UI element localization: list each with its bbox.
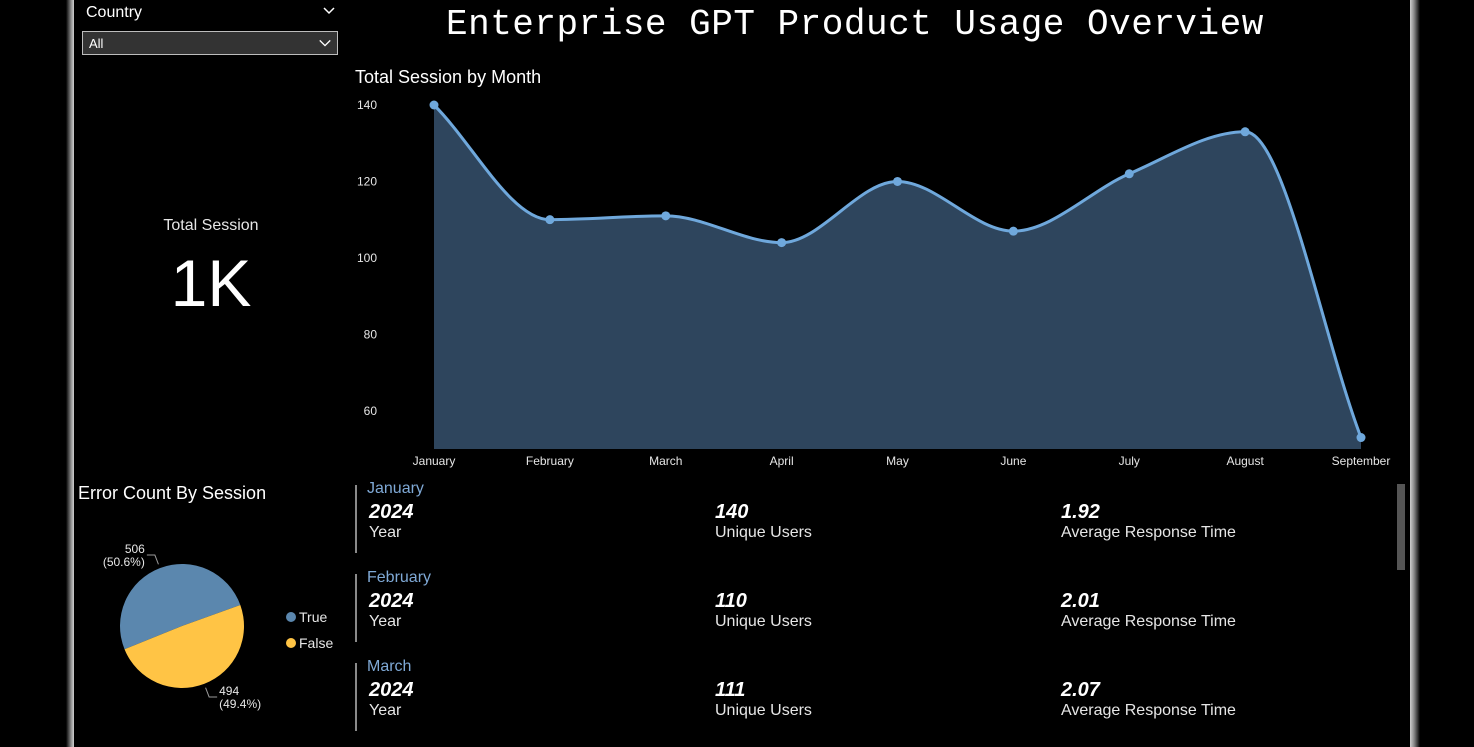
country-dropdown-value: All bbox=[89, 36, 104, 51]
x-tick-label: August bbox=[1226, 454, 1264, 468]
line-chart-title: Total Session by Month bbox=[355, 67, 542, 87]
data-point-april[interactable] bbox=[777, 238, 787, 248]
cards-scrollbar-thumb[interactable] bbox=[1397, 484, 1405, 570]
data-point-february[interactable] bbox=[545, 215, 555, 225]
x-tick-label: May bbox=[886, 454, 909, 468]
year-value: 2024 bbox=[369, 590, 414, 612]
response-metric: 1.92 Average Response Time bbox=[1061, 501, 1236, 543]
year-label: Year bbox=[369, 613, 402, 630]
data-point-september[interactable] bbox=[1356, 433, 1366, 443]
area-fill bbox=[434, 105, 1361, 449]
data-point-january[interactable] bbox=[429, 100, 439, 110]
error-pie-chart[interactable]: 506(50.6%) 494(49.4%) bbox=[78, 540, 278, 715]
pie-data-label: 494 bbox=[219, 684, 239, 698]
x-tick-label: February bbox=[526, 454, 574, 468]
pie-chart-title: Error Count By Session bbox=[78, 483, 267, 503]
y-tick-label: 100 bbox=[357, 251, 377, 265]
x-tick-label: July bbox=[1119, 454, 1140, 468]
response-value: 2.01 bbox=[1061, 590, 1100, 612]
chevron-down-icon bbox=[319, 39, 331, 47]
y-tick-label: 80 bbox=[364, 327, 378, 341]
year-metric: 2024 Year bbox=[369, 501, 414, 543]
response-label: Average Response Time bbox=[1061, 702, 1236, 719]
sessions-area-chart[interactable]: January February March April May June July Augu… bbox=[340, 90, 1400, 475]
legend-true-swatch bbox=[286, 612, 296, 622]
users-metric: 111 Unique Users bbox=[715, 679, 812, 721]
data-point-march[interactable] bbox=[661, 211, 671, 221]
data-point-august[interactable] bbox=[1240, 127, 1250, 137]
users-label: Unique Users bbox=[715, 613, 812, 630]
legend-item-false[interactable]: False bbox=[286, 630, 333, 656]
pie-data-label: 506 bbox=[125, 542, 145, 556]
x-tick-label: September bbox=[1332, 454, 1391, 468]
pie-leader-line bbox=[205, 687, 218, 698]
right-border bbox=[1410, 0, 1420, 747]
users-metric: 140 Unique Users bbox=[715, 501, 812, 543]
response-label: Average Response Time bbox=[1061, 524, 1236, 541]
card-month: January bbox=[367, 480, 424, 497]
users-value: 111 bbox=[715, 679, 746, 701]
x-tick-label: January bbox=[413, 454, 456, 468]
pie-leader-line bbox=[146, 554, 159, 565]
year-value: 2024 bbox=[369, 501, 414, 523]
data-point-june[interactable] bbox=[1008, 226, 1018, 236]
legend-false-swatch bbox=[286, 638, 296, 648]
users-label: Unique Users bbox=[715, 702, 812, 719]
year-metric: 2024 Year bbox=[369, 679, 414, 721]
chevron-down-icon[interactable] bbox=[321, 3, 337, 19]
country-slicer-title: Country bbox=[86, 4, 143, 21]
users-value: 140 bbox=[715, 501, 749, 523]
users-value: 110 bbox=[715, 590, 747, 612]
year-metric: 2024 Year bbox=[369, 590, 414, 632]
users-label: Unique Users bbox=[715, 524, 812, 541]
pie-percent-label: (49.4%) bbox=[219, 697, 261, 711]
kpi-label: Total Session bbox=[163, 217, 259, 234]
pie-percent-label: (50.6%) bbox=[103, 555, 145, 569]
response-metric: 2.01 Average Response Time bbox=[1061, 590, 1236, 632]
x-tick-label: March bbox=[649, 454, 682, 468]
legend-false-label: False bbox=[299, 635, 334, 651]
x-tick-label: June bbox=[1000, 454, 1026, 468]
left-border bbox=[66, 0, 74, 747]
data-point-july[interactable] bbox=[1124, 169, 1134, 179]
year-label: Year bbox=[369, 524, 402, 541]
response-metric: 2.07 Average Response Time bbox=[1061, 679, 1236, 721]
month-card[interactable]: January 2024 Year 140 Unique Users 1.92 … bbox=[355, 480, 1387, 553]
year-value: 2024 bbox=[369, 679, 414, 701]
pie-legend: True False bbox=[286, 604, 333, 656]
y-tick-label: 140 bbox=[357, 98, 377, 112]
page-title: Enterprise GPT Product Usage Overview bbox=[446, 4, 1264, 45]
response-value: 2.07 bbox=[1061, 679, 1100, 701]
card-month: March bbox=[367, 658, 412, 675]
month-card[interactable]: March 2024 Year 111 Unique Users 2.07 Av… bbox=[355, 658, 1387, 731]
legend-true-label: True bbox=[299, 609, 328, 625]
card-month: February bbox=[367, 569, 432, 586]
year-label: Year bbox=[369, 702, 402, 719]
month-card[interactable]: February 2024 Year 110 Unique Users 2.01… bbox=[355, 569, 1387, 642]
y-tick-label: 60 bbox=[364, 404, 378, 418]
y-tick-label: 120 bbox=[357, 174, 377, 188]
users-metric: 110 Unique Users bbox=[715, 590, 812, 632]
response-label: Average Response Time bbox=[1061, 613, 1236, 630]
country-dropdown[interactable]: All bbox=[82, 31, 338, 55]
legend-item-true[interactable]: True bbox=[286, 604, 333, 630]
x-tick-label: April bbox=[770, 454, 794, 468]
data-point-may[interactable] bbox=[893, 176, 902, 186]
kpi-value: 1K bbox=[170, 246, 252, 320]
response-value: 1.92 bbox=[1061, 501, 1100, 523]
